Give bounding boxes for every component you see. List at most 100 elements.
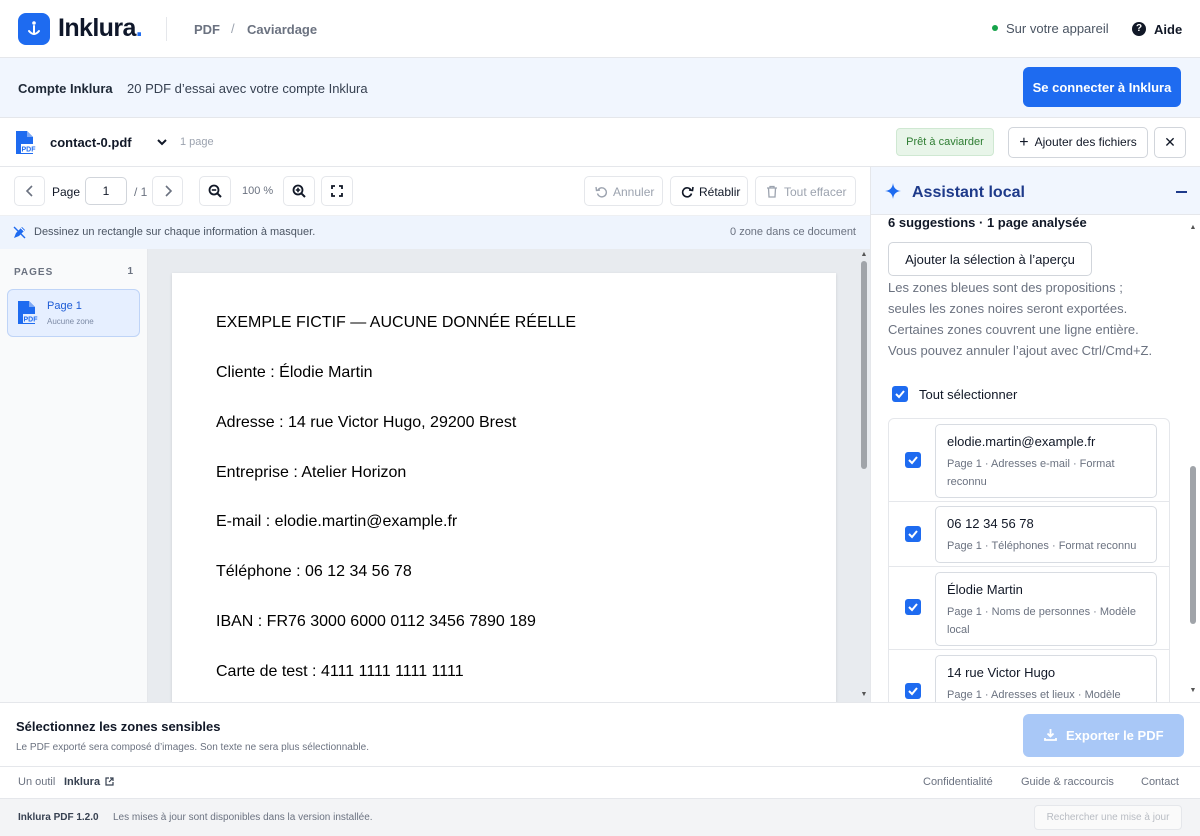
svg-text:PDF: PDF <box>22 147 37 154</box>
suggestion-card[interactable]: Élodie Martin Page 1 · Noms de personnes… <box>935 572 1157 646</box>
assistant-header[interactable]: Assistant local <box>871 167 1200 215</box>
suggestion-checkbox[interactable] <box>905 683 921 699</box>
chevron-left-icon <box>25 185 33 197</box>
next-page-button[interactable] <box>152 176 183 206</box>
help-icon: ? <box>1132 22 1146 36</box>
suggestion-row[interactable]: 06 12 34 56 78 Page 1 · Téléphones · For… <box>889 502 1169 567</box>
suggestion-row[interactable]: Élodie Martin Page 1 · Noms de personnes… <box>889 567 1169 650</box>
file-name: contact-0.pdf <box>50 135 132 150</box>
version-note: Les mises à jour sont disponibles dans l… <box>113 812 373 823</box>
redo-icon <box>681 186 694 198</box>
check-icon <box>908 456 918 465</box>
clear-all-button[interactable]: Tout effacer <box>755 176 856 206</box>
document-line: EXEMPLE FICTIF — AUCUNE DONNÉE RÉELLE <box>216 314 577 331</box>
suggestion-card[interactable]: elodie.martin@example.fr Page 1 · Adress… <box>935 424 1157 498</box>
add-files-button[interactable]: + Ajouter des fichiers <box>1008 127 1148 158</box>
document-line: IBAN : FR76 3000 6000 0112 3456 7890 189 <box>216 613 536 630</box>
pages-panel: PAGES 1 PDF Page 1 Aucune zone <box>0 249 148 702</box>
assistant-scrollbar[interactable] <box>1190 466 1196 624</box>
footer-brand-link[interactable]: Inklura <box>64 776 100 788</box>
footer: Un outil Inklura Confidentialité Guide &… <box>0 767 1200 798</box>
breadcrumb-pdf[interactable]: PDF <box>194 22 220 37</box>
suggestion-row[interactable]: 14 rue Victor Hugo Page 1 · Adresses et … <box>889 650 1169 702</box>
fullscreen-icon <box>331 185 343 197</box>
select-all-checkbox[interactable] <box>892 386 908 402</box>
connect-button[interactable]: Se connecter à Inklura <box>1023 67 1181 107</box>
assistant-note-line: Vous pouvez annuler l’ajout avec Ctrl/Cm… <box>888 343 1153 358</box>
document-page[interactable]: EXEMPLE FICTIF — AUCUNE DONNÉE RÉELLE Cl… <box>172 273 836 702</box>
account-description: 20 PDF d’essai avec votre compte Inklura <box>127 81 368 96</box>
assistant-note-line: Les zones bleues sont des propositions ; <box>888 280 1123 295</box>
scroll-up-arrow-icon[interactable]: ▲ <box>860 251 868 259</box>
check-icon <box>908 530 918 539</box>
plus-icon: + <box>1019 133 1029 151</box>
undo-icon <box>595 186 608 198</box>
suggestion-meta: Page 1 · Téléphones · Format reconnu <box>947 540 1137 552</box>
zoom-in-icon <box>292 184 306 198</box>
suggestion-value: Élodie Martin <box>947 582 1023 597</box>
document-line: Carte de test : 4111 1111 1111 1111 <box>216 663 464 680</box>
previous-page-button[interactable] <box>14 176 45 206</box>
footer-link-guide[interactable]: Guide & raccourcis <box>1021 776 1114 788</box>
close-file-button[interactable]: ✕ <box>1154 127 1186 158</box>
version-bar: Inklura PDF 1.2.0 Les mises à jour sont … <box>0 798 1200 836</box>
pages-count: 1 <box>127 266 133 277</box>
page-number-input[interactable] <box>85 177 127 205</box>
brand-name[interactable]: Inklura. <box>58 14 143 43</box>
document-line: Téléphone : 06 12 34 56 78 <box>216 563 412 580</box>
suggestion-meta: Page 1 · Adresses et lieux · Modèle <box>947 689 1121 701</box>
file-bar: PDF contact-0.pdf 1 page Prêt à caviarde… <box>0 118 1200 167</box>
add-selection-button[interactable]: Ajouter la sélection à l’aperçu <box>888 242 1092 276</box>
assistant-panel: Assistant local 6 suggestions · 1 page a… <box>870 167 1200 702</box>
external-link-icon[interactable] <box>105 777 114 786</box>
inklura-logo-icon[interactable] <box>18 13 50 45</box>
document-line: E-mail : elodie.martin@example.fr <box>216 513 458 530</box>
suggestion-checkbox[interactable] <box>905 599 921 615</box>
assistant-scroll-down-icon[interactable]: ▼ <box>1189 687 1197 695</box>
suggestion-meta: Page 1 · Adresses e-mail · Format reconn… <box>947 458 1115 488</box>
page-thumbnail-status: Aucune zone <box>47 317 94 326</box>
document-scrollbar[interactable] <box>861 261 867 469</box>
undo-button[interactable]: Annuler <box>584 176 663 206</box>
document-viewport[interactable]: EXEMPLE FICTIF — AUCUNE DONNÉE RÉELLE Cl… <box>148 249 870 702</box>
suggestion-card[interactable]: 14 rue Victor Hugo Page 1 · Adresses et … <box>935 655 1157 702</box>
document-line: Cliente : Élodie Martin <box>216 364 373 381</box>
export-pdf-button[interactable]: Exporter le PDF <box>1023 714 1184 757</box>
app-version: Inklura PDF 1.2.0 <box>18 812 99 823</box>
chevron-right-icon <box>164 185 172 197</box>
file-page-count: 1 page <box>180 136 214 148</box>
suggestion-checkbox[interactable] <box>905 526 921 542</box>
pdf-page-icon: PDF <box>16 300 38 325</box>
assistant-scroll-up-icon[interactable]: ▲ <box>1189 224 1197 232</box>
zoom-out-icon <box>208 184 222 198</box>
zoom-in-button[interactable] <box>283 176 315 206</box>
page-label: Page <box>52 185 81 199</box>
suggestion-row[interactable]: elodie.martin@example.fr Page 1 · Adress… <box>889 419 1169 502</box>
footer-link-privacy[interactable]: Confidentialité <box>923 776 993 788</box>
suggestion-value: elodie.martin@example.fr <box>947 434 1096 449</box>
collapse-icon[interactable] <box>1176 191 1187 193</box>
redo-button[interactable]: Rétablir <box>670 176 748 206</box>
check-update-button[interactable]: Rechercher une mise à jour <box>1034 805 1182 830</box>
suggestion-checkbox[interactable] <box>905 452 921 468</box>
document-line: Entreprise : Atelier Horizon <box>216 464 407 481</box>
assistant-title: Assistant local <box>912 184 1025 201</box>
status-badge: Prêt à caviarder <box>896 128 994 156</box>
suggestions-list: elodie.martin@example.fr Page 1 · Adress… <box>888 418 1170 702</box>
zone-count: 0 zone dans ce document <box>730 226 856 238</box>
top-header: Inklura. PDF / Caviardage Sur votre appa… <box>0 0 1200 58</box>
assistant-body: 6 suggestions · 1 page analysée Ajouter … <box>871 215 1189 702</box>
footer-link-contact[interactable]: Contact <box>1141 776 1179 788</box>
status-dot-icon <box>992 25 998 31</box>
scroll-down-arrow-icon[interactable]: ▼ <box>860 691 868 699</box>
page-thumbnail[interactable]: PDF Page 1 Aucune zone <box>7 289 140 337</box>
zoom-out-button[interactable] <box>199 176 231 206</box>
draw-tool-icon <box>13 226 26 239</box>
trash-icon <box>767 185 777 198</box>
fullscreen-button[interactable] <box>321 176 353 206</box>
pdf-file-icon: PDF <box>14 130 36 155</box>
hint-text: Dessinez un rectangle sur chaque informa… <box>34 226 316 238</box>
suggestion-card[interactable]: 06 12 34 56 78 Page 1 · Téléphones · For… <box>935 506 1157 563</box>
assistant-note-line: seules les zones noires seront exportées… <box>888 301 1128 316</box>
file-select-chevron-icon[interactable] <box>156 136 168 148</box>
